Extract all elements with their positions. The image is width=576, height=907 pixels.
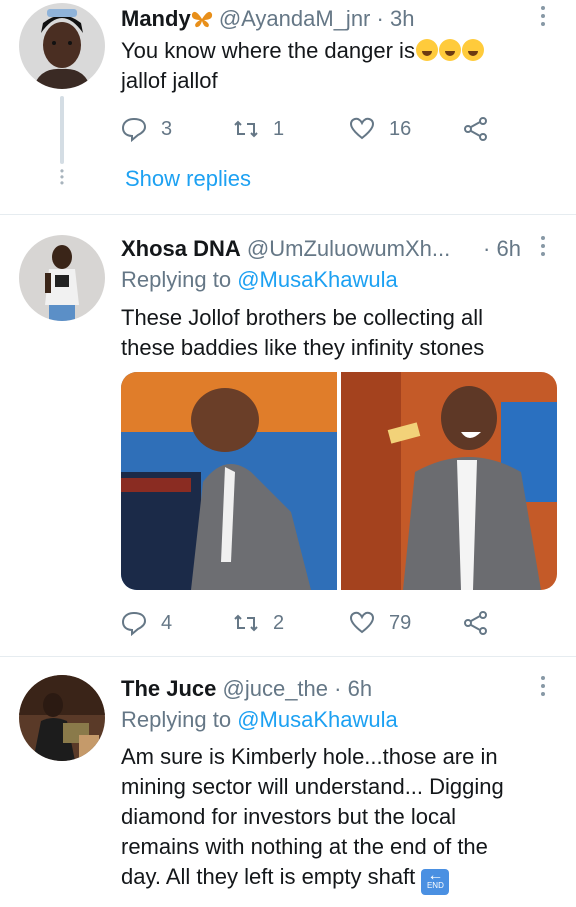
like-count: 79 (389, 611, 412, 634)
avatar[interactable] (19, 3, 105, 89)
tweet-text-line: diamond for investors but the local (121, 804, 457, 829)
share-icon (464, 117, 487, 141)
more-icon[interactable] (538, 236, 548, 260)
tweet-text: These Jollof brothers be collecting all … (121, 303, 561, 363)
tweet-actions: 3 1 16 (121, 114, 521, 144)
timestamp[interactable]: 6h (496, 236, 520, 261)
tweet-actions: 4 2 79 (121, 608, 521, 638)
replying-to-label: Replying to (121, 267, 238, 292)
more-icon[interactable] (538, 6, 548, 30)
replying-to-label: Replying to (121, 707, 238, 732)
handle[interactable]: @AyandaM_jnr (219, 6, 371, 31)
tweet-text-line: mining sector will understand... Digging (121, 774, 504, 799)
share-button[interactable] (463, 608, 503, 638)
reply-count: 4 (161, 611, 173, 634)
tweet-header: The Juce @juce_the · 6h (121, 676, 372, 702)
tweet-text: Am sure is Kimberly hole...those are in … (121, 742, 561, 895)
retweet-icon (234, 614, 258, 632)
show-replies-link[interactable]: Show replies (125, 166, 251, 192)
separator: · (483, 236, 491, 261)
handle[interactable]: @juce_the (223, 676, 329, 701)
reply-button[interactable]: 3 (121, 114, 172, 144)
replying-to-link[interactable]: @MusaKhawula (237, 267, 398, 292)
like-icon (349, 611, 375, 634)
timestamp[interactable]: 6h (348, 676, 372, 701)
like-button[interactable]: 16 (349, 114, 411, 144)
retweet-button[interactable]: 1 (233, 114, 284, 144)
tweet-text-line: Am sure is Kimberly hole...those are in (121, 744, 498, 769)
reply-button[interactable]: 4 (121, 608, 172, 638)
crying-face-emoji-icon (415, 39, 438, 61)
end-arrow-icon: END (421, 859, 450, 895)
tweet-text-line: These Jollof brothers be collecting all (121, 305, 483, 330)
tweet-text-line: remains with nothing at the end of the (121, 834, 488, 859)
tweet-header: Xhosa DNA @UmZuluowumXh... (121, 236, 450, 262)
tweet-text-line: You know where the danger is (121, 38, 415, 63)
retweet-count: 1 (273, 117, 285, 140)
retweet-icon (234, 120, 258, 138)
more-icon[interactable] (538, 676, 548, 700)
display-name[interactable]: Mandy (121, 6, 191, 31)
tweet-time: · 6h (483, 236, 521, 262)
retweet-count: 2 (273, 611, 285, 634)
handle[interactable]: @UmZuluowumXh... (247, 236, 450, 261)
like-icon (349, 117, 375, 140)
crying-face-emoji-icon (461, 39, 484, 61)
retweet-button[interactable]: 2 (233, 608, 284, 638)
timestamp[interactable]: 3h (390, 6, 414, 31)
butterfly-emoji-icon (191, 11, 212, 28)
separator: · (334, 676, 342, 701)
replying-to: Replying to @MusaKhawula (121, 267, 398, 293)
crying-face-emoji-icon (438, 39, 461, 61)
share-icon (464, 611, 487, 635)
tweet-text: You know where the danger is jallof jall… (121, 36, 561, 96)
tweet-text-line: these baddies like they infinity stones (121, 335, 485, 360)
tweet-header: Mandy @AyandaM_jnr · 3h (121, 6, 414, 32)
display-name[interactable]: The Juce (121, 676, 216, 701)
display-name[interactable]: Xhosa DNA (121, 236, 241, 261)
like-button[interactable]: 79 (349, 608, 411, 638)
replying-to-link[interactable]: @MusaKhawula (237, 707, 398, 732)
tweet-the-juce[interactable]: The Juce @juce_the · 6h Replying to @Mus… (0, 657, 576, 907)
tweet-text-line: jallof jallof (121, 68, 218, 93)
tweet-mandy[interactable]: • • • Mandy @AyandaM_jnr · 3h You know whe… (0, 0, 576, 214)
like-count: 16 (389, 117, 412, 140)
thread-line (60, 96, 64, 164)
reply-icon (121, 611, 147, 636)
avatar[interactable] (19, 235, 105, 321)
thread-dots: • • • (59, 164, 65, 190)
separator: · (376, 6, 384, 31)
reply-count: 3 (161, 117, 173, 140)
share-button[interactable] (463, 114, 503, 144)
replying-to: Replying to @MusaKhawula (121, 707, 398, 733)
reply-icon (121, 117, 147, 142)
tweet-text-line: day. All they left is empty shaft (121, 864, 416, 889)
tweet-media-image[interactable] (121, 372, 557, 590)
avatar[interactable] (19, 675, 105, 761)
